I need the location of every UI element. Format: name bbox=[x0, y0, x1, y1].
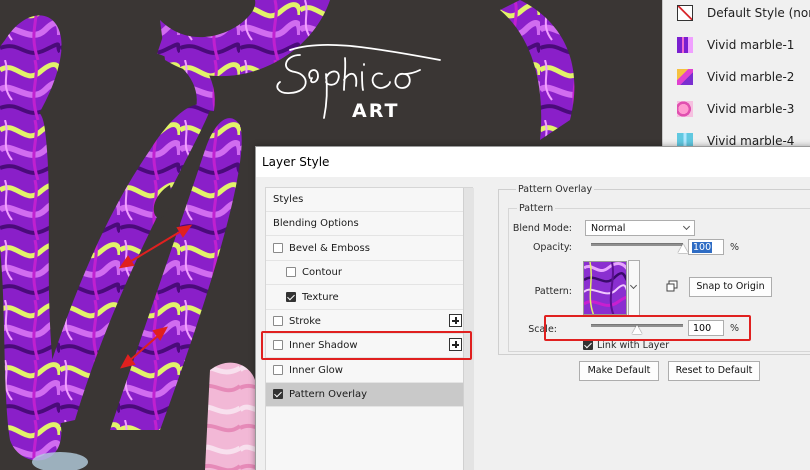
style-list-item[interactable]: Stroke bbox=[266, 310, 463, 334]
style-preset-item[interactable]: Vivid marble-2 bbox=[663, 61, 810, 93]
scale-slider-thumb[interactable] bbox=[632, 325, 642, 334]
opacity-label: Opacity: bbox=[532, 242, 572, 253]
pattern-thumbnail-image bbox=[584, 262, 626, 314]
chevron-down-icon bbox=[682, 222, 691, 231]
style-preset-item[interactable]: Default Style (none) bbox=[663, 0, 810, 29]
add-instance-icon[interactable] bbox=[449, 338, 462, 352]
pattern-subgroup-heading: Pattern bbox=[517, 203, 556, 214]
layer-style-dialog: Layer Style Styles Blending Options Bevel … bbox=[255, 146, 810, 470]
link-with-layer-label: Link with Layer bbox=[597, 340, 670, 351]
style-list-label: Contour bbox=[302, 267, 342, 279]
opacity-slider-thumb[interactable] bbox=[678, 244, 688, 253]
style-preset-label: Default Style (none) bbox=[707, 6, 810, 20]
style-list-item[interactable]: Contour bbox=[266, 261, 463, 286]
reset-to-default-button[interactable]: Reset to Default bbox=[668, 361, 760, 381]
style-list-label: Texture bbox=[302, 291, 339, 303]
dialog-title: Layer Style bbox=[262, 155, 330, 169]
style-list-label: Stroke bbox=[289, 316, 321, 327]
style-enable-checkbox[interactable] bbox=[273, 316, 283, 326]
pattern-preview[interactable] bbox=[583, 261, 627, 315]
style-list-item[interactable]: Styles bbox=[266, 188, 463, 212]
link-with-layer-checkbox[interactable] bbox=[583, 340, 593, 350]
pattern-overlay-heading: Pattern Overlay bbox=[516, 184, 595, 195]
snap-to-origin-button[interactable]: Snap to Origin bbox=[689, 277, 772, 297]
style-list-item[interactable]: Blending Options bbox=[266, 212, 463, 237]
style-list-scrollbar[interactable] bbox=[463, 188, 474, 470]
scale-input[interactable]: 100 bbox=[688, 320, 724, 336]
photoshop-workspace: ART Default Style (none)Vivid marble-1Vi… bbox=[0, 0, 810, 470]
new-preset-icon[interactable] bbox=[666, 280, 678, 292]
pattern-picker-dropdown[interactable] bbox=[628, 260, 640, 316]
style-list-label: Inner Glow bbox=[289, 364, 343, 376]
marble-swatch-2 bbox=[677, 69, 693, 85]
style-enable-checkbox[interactable] bbox=[286, 291, 296, 302]
chevron-down-icon bbox=[629, 281, 638, 290]
style-list-item[interactable]: Inner Glow bbox=[266, 359, 463, 383]
opacity-input[interactable]: 100 bbox=[688, 239, 724, 255]
style-list-item[interactable]: Bevel & Emboss bbox=[266, 237, 463, 261]
blend-mode-label: Blend Mode: bbox=[512, 223, 572, 234]
style-enable-checkbox[interactable] bbox=[273, 364, 283, 375]
opacity-unit: % bbox=[730, 242, 740, 253]
styles-panel: Default Style (none) Vivid marble-1 Vivid … bbox=[662, 0, 810, 149]
style-preset-item[interactable]: Vivid marble-3 bbox=[663, 93, 810, 125]
style-list-label: Bevel & Emboss bbox=[289, 242, 370, 254]
marble-swatch-3 bbox=[677, 101, 693, 117]
marble-swatch-1 bbox=[677, 37, 693, 53]
style-list: Styles Blending Options Bevel & Emboss Cont… bbox=[265, 187, 474, 470]
style-list-label: Inner Shadow bbox=[289, 340, 358, 352]
style-enable-checkbox[interactable] bbox=[286, 267, 296, 278]
style-enable-checkbox[interactable] bbox=[273, 389, 283, 400]
style-preset-label: Vivid marble-2 bbox=[707, 70, 795, 84]
style-list-label: Pattern Overlay bbox=[289, 389, 368, 401]
style-preset-label: Vivid marble-3 bbox=[707, 102, 795, 116]
make-default-button[interactable]: Make Default bbox=[579, 361, 659, 381]
style-enable-checkbox[interactable] bbox=[273, 340, 283, 351]
style-list-label: Styles bbox=[273, 194, 304, 205]
scale-label: Scale: bbox=[528, 324, 557, 335]
dialog-titlebar[interactable]: Layer Style bbox=[256, 147, 810, 177]
style-preset-label: Vivid marble-1 bbox=[707, 38, 795, 52]
add-instance-icon[interactable] bbox=[449, 314, 462, 327]
pattern-overlay-group: Pattern Overlay Pattern Blend Mode: Norm… bbox=[498, 184, 810, 355]
style-preset-item[interactable]: Vivid marble-1 bbox=[663, 29, 810, 61]
style-list-item[interactable]: Pattern Overlay bbox=[266, 383, 463, 408]
opacity-slider[interactable] bbox=[591, 243, 683, 246]
pattern-label: Pattern: bbox=[534, 286, 572, 297]
style-list-item[interactable]: Texture bbox=[266, 286, 463, 310]
blend-mode-select[interactable]: Normal bbox=[585, 220, 695, 236]
scale-unit: % bbox=[730, 323, 740, 334]
no-style-icon bbox=[677, 5, 693, 21]
style-enable-checkbox[interactable] bbox=[273, 242, 283, 253]
style-list-label: Blending Options bbox=[273, 218, 359, 230]
style-list-item[interactable]: Inner Shadow bbox=[266, 334, 463, 359]
